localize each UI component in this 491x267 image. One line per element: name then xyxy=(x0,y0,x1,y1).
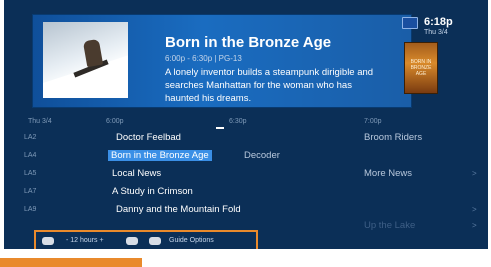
clock-date: Thu 3/4 xyxy=(424,29,448,36)
program-title: Born in the Bronze Age xyxy=(165,34,332,51)
channel-label: LA9 xyxy=(24,206,37,213)
program-cell[interactable]: Local News xyxy=(112,168,161,179)
highlight-bar xyxy=(0,258,142,267)
guide-row-la2[interactable]: LA2 Doctor Feelbad Broom Riders xyxy=(24,130,482,148)
program-cell[interactable]: A Study in Crimson xyxy=(112,186,193,197)
chevron-right-icon[interactable]: > xyxy=(472,205,477,214)
guide-row-la5[interactable]: LA5 Local News More News > xyxy=(24,166,482,184)
program-cell-selected[interactable]: Born in the Bronze Age xyxy=(108,150,212,161)
program-meta: 6:00p - 6:30p | PG-13 xyxy=(165,54,242,63)
remote-button-icon xyxy=(42,237,54,245)
program-info-panel: Born in the Bronze Age 6:00p - 6:30p | P… xyxy=(32,14,412,108)
now-marker xyxy=(216,127,224,129)
program-cell[interactable]: Danny and the Mountain Fold xyxy=(116,204,241,215)
tv-guide-screen: Born in the Bronze Age 6:00p - 6:30p | P… xyxy=(4,0,488,249)
hint-guide-options: Guide Options xyxy=(169,237,214,244)
remote-button-icon xyxy=(126,237,138,245)
hint-time-shift: - 12 hours + xyxy=(66,237,104,244)
guide-footer-hints: - 12 hours + Guide Options xyxy=(34,230,258,249)
channel-label: LA4 xyxy=(24,152,37,159)
guide-row-la4[interactable]: LA4 Born in the Bronze Age Decoder xyxy=(24,148,482,166)
timeline-slot-1: 6:00p xyxy=(106,118,124,125)
next-program-cell[interactable]: Broom Riders xyxy=(364,132,422,143)
next-program-cell[interactable]: More News xyxy=(364,168,412,179)
tv-icon xyxy=(402,17,418,29)
chevron-right-icon[interactable]: > xyxy=(472,169,477,178)
guide-timeline: Thu 3/4 6:00p 6:30p 7:00p xyxy=(24,118,482,128)
guide-row-la7[interactable]: LA7 A Study in Crimson xyxy=(24,184,482,202)
program-poster: BORN IN BRONZE AGE xyxy=(404,42,438,94)
program-description: A lonely inventor builds a steampunk dir… xyxy=(165,67,374,104)
timeline-slot-3: 7:00p xyxy=(364,118,382,125)
channel-label: LA5 xyxy=(24,170,37,177)
clock-area: 6:18p Thu 3/4 xyxy=(402,14,482,38)
program-thumbnail xyxy=(43,22,128,98)
timeline-date: Thu 3/4 xyxy=(28,118,52,125)
remote-button-icon xyxy=(149,237,161,245)
channel-label: LA7 xyxy=(24,188,37,195)
clock-time: 6:18p xyxy=(424,16,453,28)
chevron-right-icon[interactable]: > xyxy=(472,221,477,230)
thumbnail-snowboarder xyxy=(82,38,104,68)
timeline-slot-2: 6:30p xyxy=(229,118,247,125)
next-program-cell[interactable]: Decoder xyxy=(244,150,280,161)
program-cell[interactable]: Doctor Feelbad xyxy=(116,132,181,143)
next-program-cell[interactable]: Up the Lake xyxy=(364,220,415,231)
channel-label: LA2 xyxy=(24,134,37,141)
